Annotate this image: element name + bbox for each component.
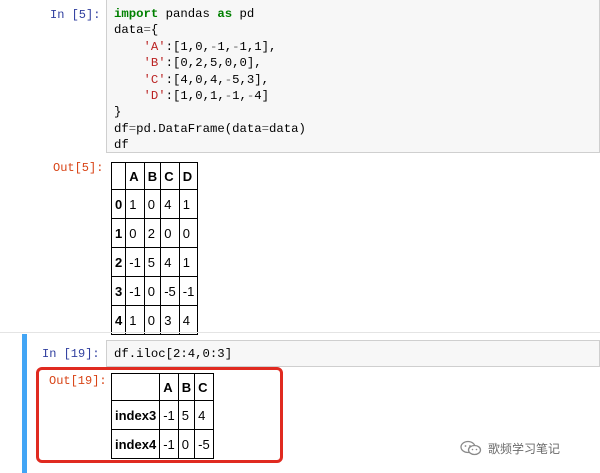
row-index: 0 bbox=[110, 189, 127, 219]
column-header: D bbox=[178, 162, 199, 190]
row-index: 3 bbox=[110, 276, 127, 306]
table-row: 3 -1 0 -5 -1 bbox=[110, 276, 199, 306]
column-header bbox=[110, 162, 127, 190]
input-prompt: In [19]: bbox=[42, 347, 100, 361]
table-cell: 0 bbox=[143, 305, 162, 335]
code-token: data bbox=[114, 23, 144, 38]
table-cell: 3 bbox=[160, 305, 180, 335]
code-token: - bbox=[224, 72, 233, 87]
code-token: 5,3], bbox=[232, 72, 270, 87]
table-cell: 0 bbox=[160, 218, 180, 248]
table-cell: 4 bbox=[178, 305, 199, 335]
annotation-highlight-box bbox=[36, 367, 283, 463]
code-token: 1, bbox=[232, 89, 247, 104]
table-row: 10200 bbox=[110, 218, 199, 248]
column-header: C bbox=[160, 162, 180, 190]
column-header: A bbox=[125, 162, 145, 190]
code-token: 'B' bbox=[143, 56, 166, 71]
code-token: pd bbox=[232, 7, 255, 21]
table-cell: -1 bbox=[125, 276, 145, 306]
wechat-icon bbox=[460, 440, 482, 456]
code-token: as bbox=[217, 7, 233, 21]
code-cell-5[interactable]: In [5]: import pandas as pd data={ 'A':[… bbox=[0, 0, 600, 158]
table-cell: 5 bbox=[143, 247, 162, 277]
code-token: df bbox=[114, 121, 129, 136]
code-token: 'C' bbox=[143, 72, 166, 87]
code-token: 4] bbox=[254, 89, 270, 104]
code-token: 'A' bbox=[143, 39, 166, 54]
dataframe-output: A B C D 0 1 0 4 1 1 0 2 0 0 2 -1 5 4 1 3 -1 0 -5 -1 4 1 0 3 4 bbox=[110, 162, 199, 335]
code-editor[interactable]: import pandas as pd data={ 'A':[1,0,-1,-… bbox=[106, 0, 600, 153]
code-token: :[1,0, bbox=[165, 39, 210, 54]
code-token: 'D' bbox=[143, 89, 166, 104]
code-token: data) bbox=[269, 121, 306, 136]
code-token: :[0,2,5,0,0], bbox=[165, 56, 262, 71]
code-token: - bbox=[224, 89, 233, 104]
code-token: :[1,0,1, bbox=[165, 89, 225, 104]
code-token: - bbox=[232, 39, 240, 54]
table-cell: -5 bbox=[160, 276, 180, 306]
table-cell: 4 bbox=[160, 189, 180, 219]
table-cell: 1 bbox=[125, 189, 145, 219]
code-token: import bbox=[114, 7, 159, 21]
column-header: B bbox=[143, 162, 162, 190]
code-text[interactable]: df.iloc[2:4,0:3] bbox=[114, 346, 232, 362]
table-header-row: ABCD bbox=[110, 162, 199, 190]
code-text[interactable]: import pandas as pd data={ 'A':[1,0,-1,-… bbox=[114, 6, 306, 154]
table-cell: 0 bbox=[178, 218, 199, 248]
row-index: 1 bbox=[110, 218, 127, 248]
table-row: 41034 bbox=[110, 305, 199, 335]
table-cell: 1 bbox=[125, 305, 145, 335]
table-row: 01041 bbox=[110, 189, 199, 219]
table-cell: 4 bbox=[160, 247, 180, 277]
code-token: } bbox=[114, 105, 122, 120]
code-token: { bbox=[150, 23, 159, 38]
code-editor[interactable]: df.iloc[2:4,0:3] bbox=[106, 340, 600, 367]
code-token: 1,1], bbox=[239, 39, 277, 54]
code-token: 1, bbox=[217, 39, 233, 54]
table-cell: 0 bbox=[143, 189, 162, 219]
table-cell: -1 bbox=[125, 247, 145, 277]
code-token: df bbox=[114, 138, 129, 153]
table-cell: 0 bbox=[125, 218, 145, 248]
watermark-text: 歌频学习笔记 bbox=[488, 441, 561, 456]
code-token: pandas bbox=[158, 7, 218, 21]
row-index: 4 bbox=[110, 305, 127, 335]
table-row: 2 -1 5 4 1 bbox=[110, 247, 199, 277]
watermark: 歌频学习笔记 bbox=[460, 437, 600, 459]
table-cell: 0 bbox=[143, 276, 162, 306]
table-cell: 1 bbox=[178, 189, 199, 219]
input-prompt: In [5]: bbox=[50, 8, 101, 22]
output-prompt: Out[5]: bbox=[53, 161, 104, 175]
code-token: = bbox=[143, 23, 151, 38]
table-cell: 1 bbox=[178, 247, 199, 277]
code-token: df.iloc[2:4,0:3] bbox=[114, 347, 233, 361]
code-token: = bbox=[261, 121, 269, 136]
code-token: pd.DataFrame(data bbox=[136, 121, 262, 136]
row-index: 2 bbox=[110, 247, 127, 277]
code-token: :[4,0,4, bbox=[165, 72, 225, 87]
table-cell: 2 bbox=[143, 218, 162, 248]
table-cell: -1 bbox=[178, 276, 199, 306]
cell-divider bbox=[0, 332, 600, 333]
